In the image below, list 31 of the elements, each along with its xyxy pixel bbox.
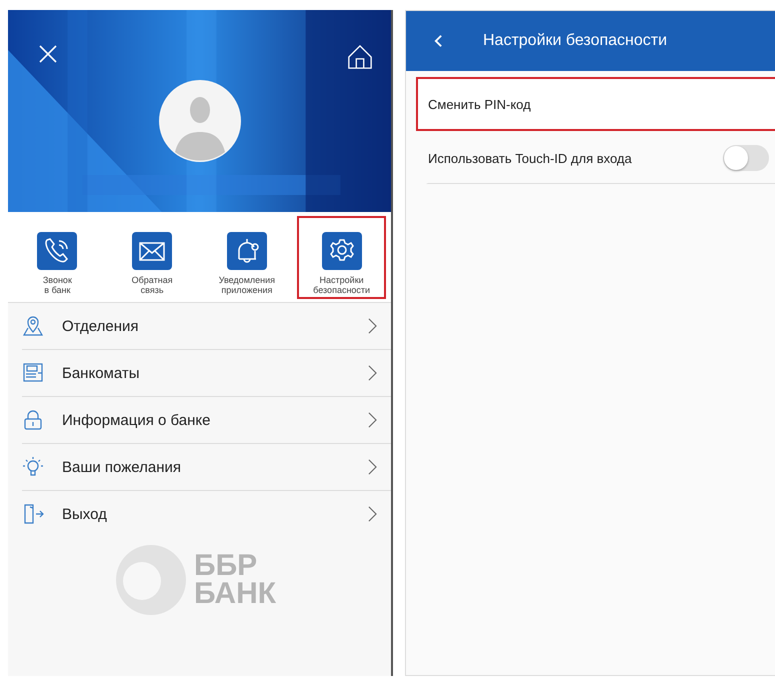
menu-item[interactable]: Банкоматы — [22, 350, 391, 397]
setting-link[interactable]: Сменить PIN-код — [416, 77, 775, 131]
phone-icon — [37, 232, 78, 270]
back-icon[interactable] — [434, 34, 443, 48]
settings-icon — [322, 232, 362, 270]
pin-icon — [22, 315, 44, 337]
toggle-switch[interactable] — [723, 145, 769, 171]
chevron-icon — [368, 318, 377, 334]
exit-icon — [22, 503, 44, 525]
lightbulb-icon — [22, 456, 44, 478]
setting-label: Использовать Touch-ID для входа — [428, 150, 633, 166]
lock-icon — [22, 409, 44, 431]
menu-item[interactable]: Информация о банке — [22, 397, 391, 444]
home-icon[interactable] — [347, 44, 373, 70]
quick-action[interactable]: Уведомления приложения — [202, 216, 292, 299]
bank-logo: ББР БАНК — [116, 545, 391, 615]
close-icon[interactable] — [38, 44, 58, 64]
menu-item[interactable]: Выход — [22, 491, 391, 537]
envelope-icon — [132, 232, 172, 270]
menu-item[interactable]: Отделения — [22, 303, 391, 350]
quick-action[interactable]: Обратная связь — [108, 216, 196, 299]
atm-icon — [22, 362, 44, 384]
quick-action[interactable]: Настройки безопасности — [297, 216, 386, 299]
menu-item[interactable]: Ваши пожелания — [22, 444, 391, 491]
chevron-icon — [368, 459, 377, 475]
bell-icon — [226, 232, 267, 270]
quick-action[interactable]: Звонок в банк — [13, 216, 102, 299]
chevron-icon — [368, 506, 377, 522]
screen-title: Настройки безопасности — [483, 32, 668, 50]
chevron-icon — [368, 365, 377, 381]
chevron-icon — [368, 412, 377, 428]
